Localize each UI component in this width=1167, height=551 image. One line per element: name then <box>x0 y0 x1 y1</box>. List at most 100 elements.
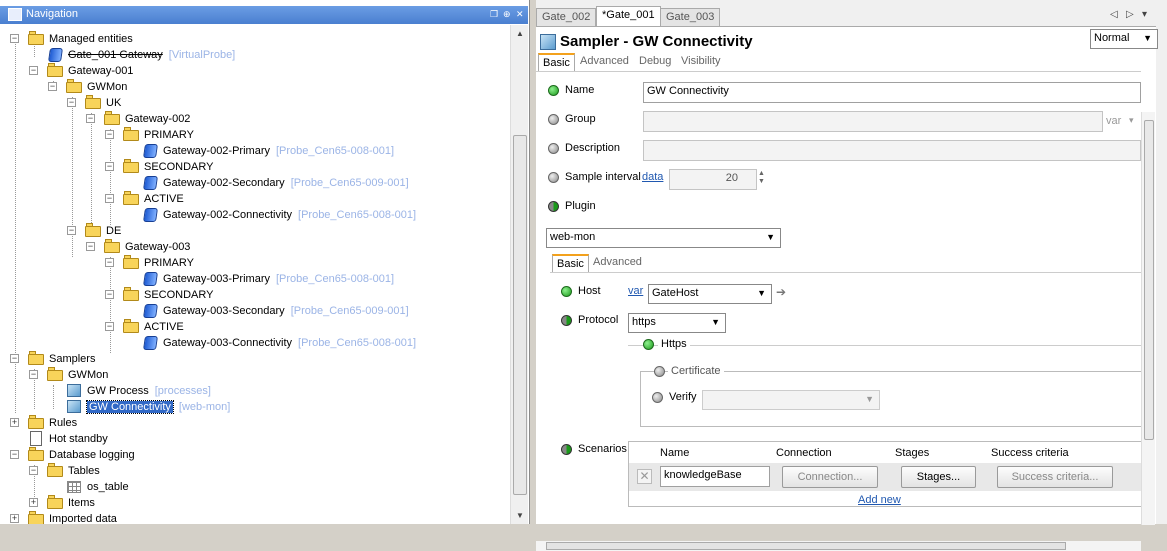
collapse-icon[interactable]: − <box>67 226 76 235</box>
status-icon <box>561 444 572 455</box>
navigation-scrollbar[interactable]: ▲ ▼ <box>510 25 528 524</box>
protocol-select[interactable]: https ▼ <box>628 313 726 333</box>
collapse-icon[interactable]: − <box>105 194 114 203</box>
sampler-icon <box>540 34 556 50</box>
collapse-icon[interactable]: − <box>29 66 38 75</box>
collapse-icon[interactable]: − <box>10 354 19 363</box>
sampler-icon <box>66 383 82 397</box>
collapse-icon[interactable]: − <box>10 34 19 43</box>
folder-icon <box>28 31 44 45</box>
stages-button[interactable]: Stages... <box>901 466 976 488</box>
scroll-up-icon[interactable]: ▲ <box>516 29 524 38</box>
status-icon <box>548 201 559 212</box>
expand-icon[interactable]: + <box>29 498 38 507</box>
description-field[interactable] <box>643 140 1141 161</box>
folder-icon <box>85 223 101 237</box>
tab-debug[interactable]: Debug <box>635 53 675 71</box>
host-var-link[interactable]: var <box>628 285 643 297</box>
close-icon[interactable]: ✕ <box>516 9 524 20</box>
name-field[interactable]: GW Connectivity <box>643 82 1141 103</box>
expand-icon[interactable]: + <box>10 418 19 427</box>
collapse-icon[interactable]: − <box>105 258 114 267</box>
column-header-name: Name <box>660 447 690 459</box>
status-icon <box>654 366 665 377</box>
collapse-icon[interactable]: − <box>105 322 114 331</box>
collapse-icon[interactable]: − <box>29 370 38 379</box>
document-icon <box>28 431 44 446</box>
scroll-down-icon[interactable]: ▼ <box>516 511 524 520</box>
column-header-stages: Stages <box>895 447 930 459</box>
table-icon <box>66 479 82 493</box>
verify-select[interactable]: ▼ <box>702 390 880 410</box>
host-select[interactable]: GateHost ▼ <box>648 284 772 304</box>
spinner-icon[interactable]: ▲ ▼ <box>758 170 765 186</box>
status-icon <box>548 85 559 96</box>
tab-next-icon[interactable]: ▷ <box>1126 9 1134 20</box>
folder-icon <box>28 511 44 524</box>
folder-icon <box>47 463 63 477</box>
collapse-icon[interactable]: − <box>86 114 95 123</box>
collapse-icon[interactable]: − <box>29 466 38 475</box>
tab-list-icon[interactable]: ▾ <box>1142 9 1147 20</box>
add-new-link[interactable]: Add new <box>858 494 901 506</box>
group-var-select[interactable]: var <box>1106 115 1121 127</box>
tab-gate-003[interactable]: Gate_003 <box>660 8 721 26</box>
probe-icon <box>142 207 158 222</box>
status-icon <box>643 339 654 350</box>
group-field[interactable] <box>643 111 1103 132</box>
plugin-tab-advanced[interactable]: Advanced <box>589 254 646 272</box>
scenario-name-field[interactable]: knowledgeBase <box>660 466 770 487</box>
restore-icon[interactable]: ❐ <box>490 9 498 20</box>
tab-basic[interactable]: Basic <box>538 53 575 71</box>
folder-icon <box>66 79 82 93</box>
delete-row-icon[interactable]: ✕ <box>637 469 652 484</box>
folder-icon <box>123 159 139 173</box>
editor-horizontal-scrollbar[interactable] <box>536 541 1141 551</box>
description-label: Description <box>565 142 621 154</box>
mode-select[interactable]: Normal ▼ <box>1090 29 1158 49</box>
verify-label: Verify <box>669 391 697 403</box>
connection-button[interactable]: Connection... <box>782 466 878 488</box>
tab-visibility[interactable]: Visibility <box>677 53 725 71</box>
collapse-icon[interactable]: − <box>10 450 19 459</box>
chevron-down-icon: ▼ <box>1143 33 1152 43</box>
expand-icon[interactable]: + <box>10 514 19 523</box>
column-header-success-criteria: Success criteria <box>991 447 1069 459</box>
group-label: Group <box>565 113 596 125</box>
collapse-icon[interactable]: − <box>67 98 76 107</box>
sampler-editor: Sampler - GW Connectivity Normal ▼ Basic… <box>536 26 1158 551</box>
folder-icon <box>123 191 139 205</box>
status-icon <box>548 114 559 125</box>
goto-arrow-icon[interactable]: ➔ <box>776 285 786 299</box>
status-icon <box>548 172 559 183</box>
sample-interval-data-link[interactable]: data <box>642 171 663 183</box>
pin-icon[interactable]: ⊕ <box>503 9 511 20</box>
plugin-select[interactable]: web-mon ▼ <box>546 228 781 248</box>
scenarios-table: Name Connection Stages Success criteria … <box>628 441 1141 507</box>
navigation-panel: Navigation ❐ ⊕ ✕ − Managed entities Gate… <box>0 0 530 524</box>
collapse-icon[interactable]: − <box>105 162 114 171</box>
chevron-down-icon: ▼ <box>865 394 874 404</box>
tab-gate-002[interactable]: Gate_002 <box>536 8 597 26</box>
chevron-down-icon: ▼ <box>766 232 775 242</box>
scrollbar-thumb[interactable] <box>1144 120 1154 440</box>
chevron-down-icon: ▼ <box>711 317 720 327</box>
scrollbar-thumb[interactable] <box>546 542 1066 550</box>
chevron-down-icon: ▼ <box>757 288 766 298</box>
plugin-tab-basic[interactable]: Basic <box>552 254 589 272</box>
tab-advanced[interactable]: Advanced <box>576 53 633 71</box>
navigation-title-bar: Navigation ❐ ⊕ ✕ <box>0 6 528 24</box>
tab-gate-001[interactable]: *Gate_001 <box>596 6 661 26</box>
collapse-icon[interactable]: − <box>86 242 95 251</box>
success-criteria-button[interactable]: Success criteria... <box>997 466 1113 488</box>
probe-icon <box>142 175 158 190</box>
collapse-icon[interactable]: − <box>105 130 114 139</box>
editor-vertical-scrollbar[interactable] <box>1141 112 1155 525</box>
collapse-icon[interactable]: − <box>48 82 57 91</box>
sample-interval-field[interactable]: 20 <box>669 169 757 190</box>
tab-prev-icon[interactable]: ◁ <box>1110 9 1118 20</box>
host-label: Host <box>578 285 601 297</box>
scrollbar-thumb[interactable] <box>513 135 527 495</box>
probe-icon <box>142 271 158 286</box>
collapse-icon[interactable]: − <box>105 290 114 299</box>
